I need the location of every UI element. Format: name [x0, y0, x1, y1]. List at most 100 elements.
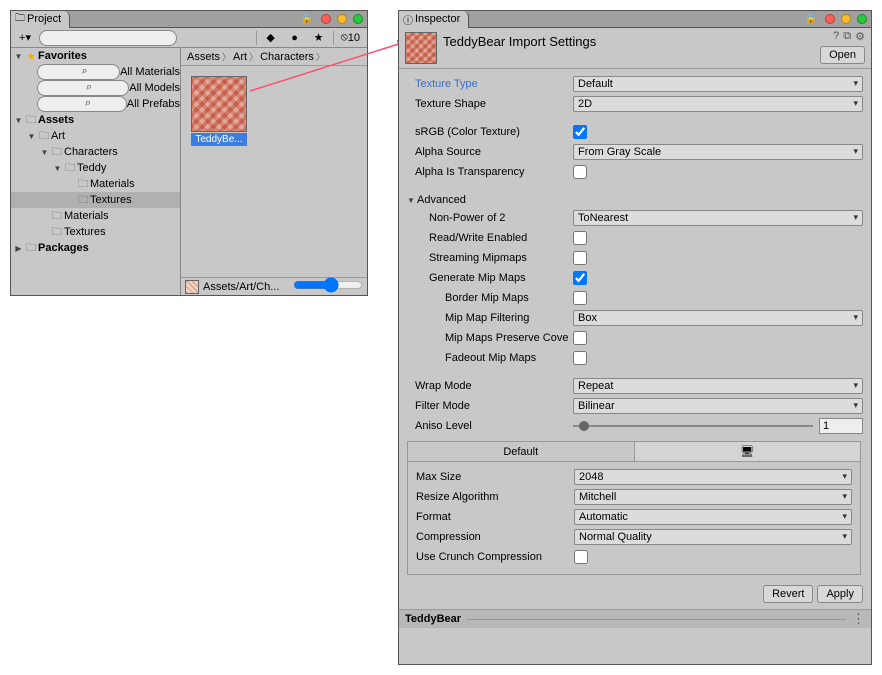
expand-arrow-icon[interactable]	[52, 164, 63, 173]
texture-shape-dropdown[interactable]: 2D	[573, 96, 863, 112]
compression-label: Compression	[416, 531, 574, 543]
crunch-checkbox[interactable]	[574, 550, 588, 564]
platform-tab-default[interactable]: Default	[408, 442, 635, 461]
resize-dropdown[interactable]: Mitchell	[574, 489, 852, 505]
expand-arrow-icon[interactable]	[39, 148, 50, 157]
tree-row[interactable]: 🗀Materials	[11, 208, 180, 224]
expand-arrow-icon[interactable]	[13, 52, 24, 61]
tree-label: Art	[51, 130, 65, 142]
maxsize-dropdown[interactable]: 2048	[574, 469, 852, 485]
alpha-transparency-checkbox[interactable]	[573, 165, 587, 179]
streaming-label: Streaming Mipmaps	[405, 252, 573, 264]
texture-importer-settings: Texture Type Default Texture Shape 2D sR…	[399, 69, 871, 579]
inspector-tabbar: ⓘ Inspector 🔒	[399, 11, 871, 28]
lock-icon[interactable]: 🔒	[301, 14, 313, 25]
apply-button[interactable]: Apply	[817, 585, 863, 603]
breadcrumb[interactable]: Assets〉Art〉Characters〉	[181, 48, 367, 66]
filter-dropdown[interactable]: Bilinear	[573, 398, 863, 414]
tree-row[interactable]: 🗀Textures	[11, 192, 180, 208]
thumbnail-size-slider[interactable]	[293, 277, 363, 296]
settings-icon[interactable]: ⚙	[855, 30, 865, 43]
streaming-checkbox[interactable]	[573, 251, 587, 265]
border-checkbox[interactable]	[573, 291, 587, 305]
advanced-foldout[interactable]: Advanced	[405, 191, 863, 209]
format-dropdown[interactable]: Automatic	[574, 509, 852, 525]
texture-type-dropdown[interactable]: Default	[573, 76, 863, 92]
maximize-window-icon[interactable]	[857, 14, 867, 24]
mipfilter-dropdown[interactable]: Box	[573, 310, 863, 326]
apply-bar: Revert Apply	[399, 579, 871, 610]
tree-row[interactable]: 🗀Materials	[11, 176, 180, 192]
aniso-field[interactable]	[819, 418, 863, 434]
filter-by-label-button[interactable]: ●	[285, 30, 305, 46]
folder-icon: 🗀	[15, 11, 25, 28]
preview-menu-icon[interactable]: ⋮	[852, 611, 865, 627]
folder-icon: 🗀	[37, 127, 51, 146]
npot-dropdown[interactable]: ToNearest	[573, 210, 863, 226]
srgb-label: sRGB (Color Texture)	[405, 126, 573, 138]
window-controls	[321, 14, 363, 24]
genmips-checkbox[interactable]	[573, 271, 587, 285]
maximize-window-icon[interactable]	[353, 14, 363, 24]
readwrite-checkbox[interactable]	[573, 231, 587, 245]
border-label: Border Mip Maps	[405, 292, 573, 304]
folder-icon: 🗀	[24, 239, 38, 258]
filter-by-type-button[interactable]: ◆	[261, 30, 281, 46]
alpha-source-dropdown[interactable]: From Gray Scale	[573, 144, 863, 160]
project-tree[interactable]: ★Favorites⌕All Materials⌕All Models⌕All …	[11, 48, 181, 295]
close-window-icon[interactable]	[825, 14, 835, 24]
tree-row[interactable]: 🗀Packages	[11, 240, 180, 256]
tree-row[interactable]: 🗀Art	[11, 128, 180, 144]
texture-shape-label: Texture Shape	[405, 98, 573, 110]
asset-thumbnail-label: TeddyBe...	[191, 133, 247, 146]
minimize-window-icon[interactable]	[337, 14, 347, 24]
breadcrumb-segment[interactable]: Assets	[187, 51, 220, 63]
asset-grid[interactable]: TeddyBe...	[181, 66, 367, 277]
help-icon[interactable]: ?	[833, 30, 839, 43]
expand-arrow-icon[interactable]	[13, 244, 24, 253]
tree-row[interactable]: 🗀Teddy	[11, 160, 180, 176]
project-panel: 🗀 Project 🔒 +▾ ◆ ● ★ ⦸10 ★Favorites⌕All …	[10, 10, 368, 296]
srgb-checkbox[interactable]	[573, 125, 587, 139]
create-button[interactable]: +▾	[15, 30, 35, 46]
tree-label: All Materials	[120, 66, 180, 78]
preview-header[interactable]: TeddyBear ⋮	[399, 610, 871, 628]
save-search-button[interactable]: ★	[309, 30, 329, 46]
preserve-label: Mip Maps Preserve Cove	[405, 332, 573, 344]
folder-icon: 🗀	[63, 159, 77, 178]
aniso-label: Aniso Level	[405, 420, 573, 432]
tree-label: Packages	[38, 242, 89, 254]
breadcrumb-segment[interactable]: Art	[233, 51, 247, 63]
platform-tab-standalone[interactable]: 🖥	[635, 442, 861, 461]
expand-arrow-icon[interactable]	[26, 132, 37, 141]
minimize-window-icon[interactable]	[841, 14, 851, 24]
inspector-tab[interactable]: ⓘ Inspector	[399, 11, 469, 28]
aniso-slider[interactable]	[573, 419, 813, 433]
fadeout-checkbox[interactable]	[573, 351, 587, 365]
project-tabbar: 🗀 Project 🔒	[11, 11, 367, 28]
tree-row[interactable]: ⌕All Models	[11, 80, 180, 96]
asset-thumbnail[interactable]: TeddyBe...	[191, 76, 247, 146]
tree-label: Characters	[64, 146, 118, 158]
preserve-checkbox[interactable]	[573, 331, 587, 345]
tree-row[interactable]: ⌕All Materials	[11, 64, 180, 80]
tree-label: Materials	[90, 178, 135, 190]
expand-arrow-icon[interactable]	[13, 116, 24, 125]
tree-row[interactable]: ★Favorites	[11, 48, 180, 64]
presets-icon[interactable]: ⧉	[843, 30, 851, 43]
tree-label: All Models	[129, 82, 180, 94]
alpha-transparency-label: Alpha Is Transparency	[405, 166, 573, 178]
hidden-packages-button[interactable]: ⦸10	[338, 30, 363, 46]
project-tab[interactable]: 🗀 Project	[11, 11, 70, 28]
search-input[interactable]	[39, 30, 177, 46]
breadcrumb-segment[interactable]: Characters	[260, 51, 314, 63]
compression-dropdown[interactable]: Normal Quality	[574, 529, 852, 545]
asset-header: TeddyBear Import Settings ? ⧉ ⚙ Open	[399, 28, 871, 69]
lock-icon[interactable]: 🔒	[805, 14, 817, 25]
revert-button[interactable]: Revert	[763, 585, 813, 603]
wrap-dropdown[interactable]: Repeat	[573, 378, 863, 394]
close-window-icon[interactable]	[321, 14, 331, 24]
open-button[interactable]: Open	[820, 46, 865, 64]
mipfilter-label: Mip Map Filtering	[405, 312, 573, 324]
tree-row[interactable]: 🗀Characters	[11, 144, 180, 160]
